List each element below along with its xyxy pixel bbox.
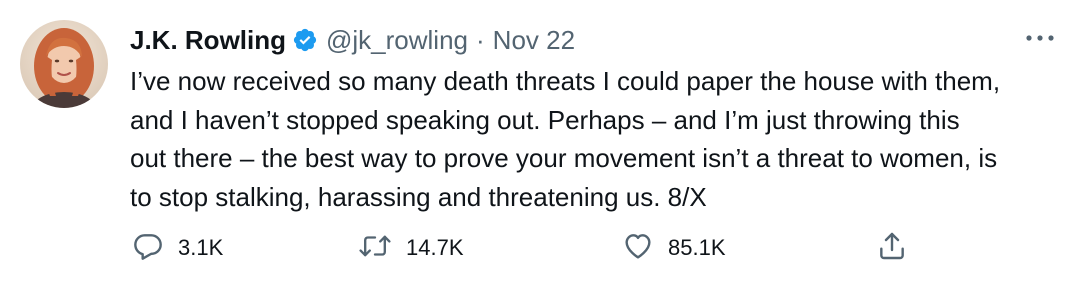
tweet-text-line: to stop stalking, harassing and threaten… [130, 181, 707, 212]
separator: · [476, 24, 485, 55]
share-button[interactable] [876, 228, 908, 268]
tweet-header: J.K. Rowling @jk_rowling · Nov 22 [130, 22, 575, 58]
avatar[interactable] [20, 20, 108, 108]
avatar-image [20, 20, 108, 108]
action-bar: 3.1K 14.7K 85.1K [130, 228, 930, 268]
display-name[interactable]: J.K. Rowling [130, 25, 286, 56]
tweet-text-line: I’ve now received so many death threats … [130, 66, 1001, 96]
reply-icon [132, 230, 164, 267]
handle[interactable]: @jk_rowling [326, 25, 468, 56]
share-icon [876, 230, 908, 267]
retweet-count: 14.7K [406, 235, 464, 260]
tweet-card[interactable]: J.K. Rowling @jk_rowling · Nov 22 I’ve n… [0, 0, 1080, 284]
reply-button[interactable]: 3.1K [132, 228, 223, 268]
like-button[interactable]: 85.1K [622, 228, 726, 268]
more-icon[interactable] [1022, 26, 1058, 50]
retweet-icon [358, 230, 392, 267]
verified-badge-icon [292, 27, 318, 53]
retweet-button[interactable]: 14.7K [358, 228, 464, 268]
like-count: 85.1K [668, 235, 726, 260]
tweet-text-line: and I haven’t stopped speaking out. Perh… [130, 104, 960, 135]
reply-count: 3.1K [178, 235, 224, 260]
like-icon [622, 230, 654, 267]
tweet-text-line: out there – the best way to prove your m… [130, 143, 998, 173]
timestamp[interactable]: Nov 22 [493, 25, 575, 56]
tweet-text: I’ve now received so many death threats … [130, 62, 1060, 216]
